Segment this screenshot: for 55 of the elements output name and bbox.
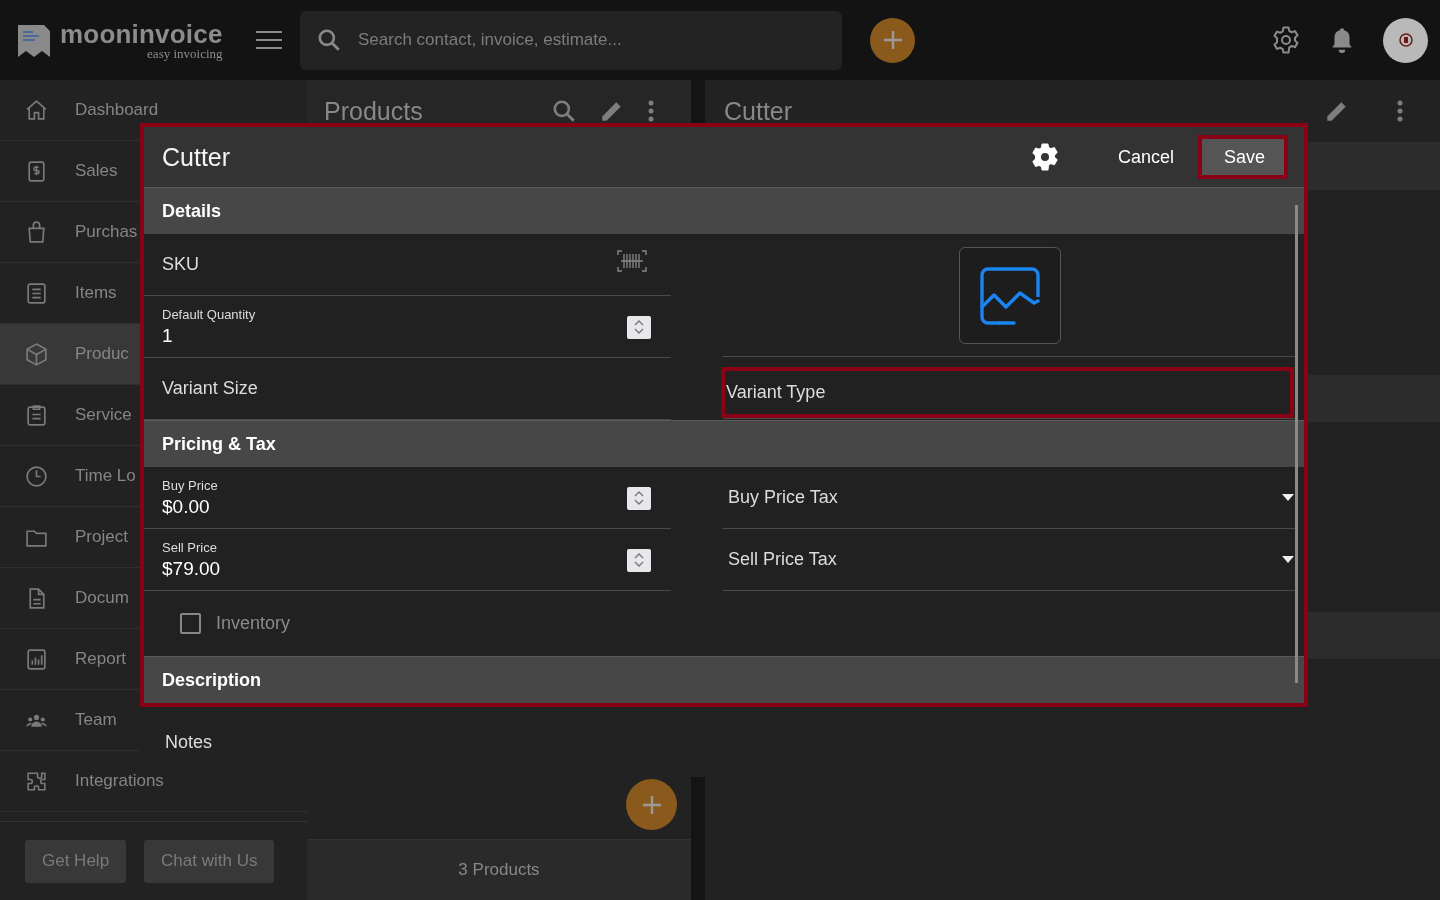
dropdown-field[interactable]: Buy Price Tax — [723, 467, 1296, 528]
add-button[interactable] — [626, 779, 677, 830]
clock-icon — [24, 463, 49, 489]
plus-icon — [881, 29, 904, 51]
logo-icon — [16, 23, 52, 57]
save-button[interactable]: Save — [1198, 135, 1288, 179]
panel-title: Cutter — [724, 96, 794, 126]
caret-icon — [1282, 494, 1294, 501]
text-field[interactable]: Variant Type — [721, 367, 1294, 418]
spinner-button[interactable] — [627, 315, 651, 339]
more-icon[interactable] — [647, 100, 655, 122]
logo-tagline: easy invoicing — [147, 46, 223, 60]
text-field[interactable]: Variant Size — [144, 358, 671, 419]
more-icon[interactable] — [1396, 100, 1404, 122]
section-header: Pricing & Tax — [144, 420, 1304, 467]
checkbox-label: Inventory — [216, 613, 291, 634]
product-count: 3 Products — [307, 839, 691, 900]
up-down-icon — [632, 551, 646, 569]
number-field[interactable]: Default Quantity 1 — [144, 296, 671, 357]
list-icon — [24, 280, 49, 306]
number-field[interactable]: Sell Price $79.00 — [144, 529, 671, 590]
barcode-icon[interactable] — [617, 249, 647, 272]
settings-icon[interactable] — [1271, 25, 1301, 55]
number-field[interactable]: Buy Price $0.00 — [144, 467, 671, 528]
avatar[interactable] — [1383, 17, 1428, 63]
scrollbar[interactable] — [1295, 205, 1298, 683]
checkbox[interactable] — [180, 613, 201, 634]
clipboard-icon — [24, 402, 49, 428]
search-icon[interactable] — [316, 27, 342, 53]
settings-icon[interactable] — [1029, 142, 1060, 172]
section-header: Description — [144, 656, 1304, 703]
dropdown-field[interactable]: Sell Price Tax — [723, 529, 1296, 590]
add-button[interactable] — [870, 17, 915, 63]
avatar-logo-icon — [1398, 33, 1413, 47]
caret-icon — [1282, 556, 1294, 563]
cancel-button[interactable]: Cancel — [1095, 135, 1196, 179]
search-icon[interactable] — [551, 98, 577, 124]
menu-icon[interactable] — [256, 31, 282, 49]
panel-title: Products — [324, 96, 424, 126]
spinner-button[interactable] — [627, 548, 651, 572]
up-down-icon — [632, 318, 646, 336]
plus-icon — [640, 793, 663, 816]
text-field[interactable]: SKU — [144, 234, 671, 295]
section-header: Details — [144, 187, 1304, 234]
search-field[interactable]: Search contact, invoice, estimate... — [300, 10, 842, 70]
spinner-button[interactable] — [627, 486, 651, 510]
bell-icon[interactable] — [1329, 26, 1355, 54]
box-icon — [24, 341, 49, 367]
image-placeholder[interactable] — [958, 246, 1061, 344]
bar-chart-icon — [24, 646, 49, 672]
home-icon — [24, 97, 49, 123]
image-icon — [977, 265, 1042, 325]
logo-name: mooninvoice — [60, 20, 223, 47]
up-down-icon — [632, 489, 646, 507]
dialog-title: Cutter — [162, 142, 232, 172]
